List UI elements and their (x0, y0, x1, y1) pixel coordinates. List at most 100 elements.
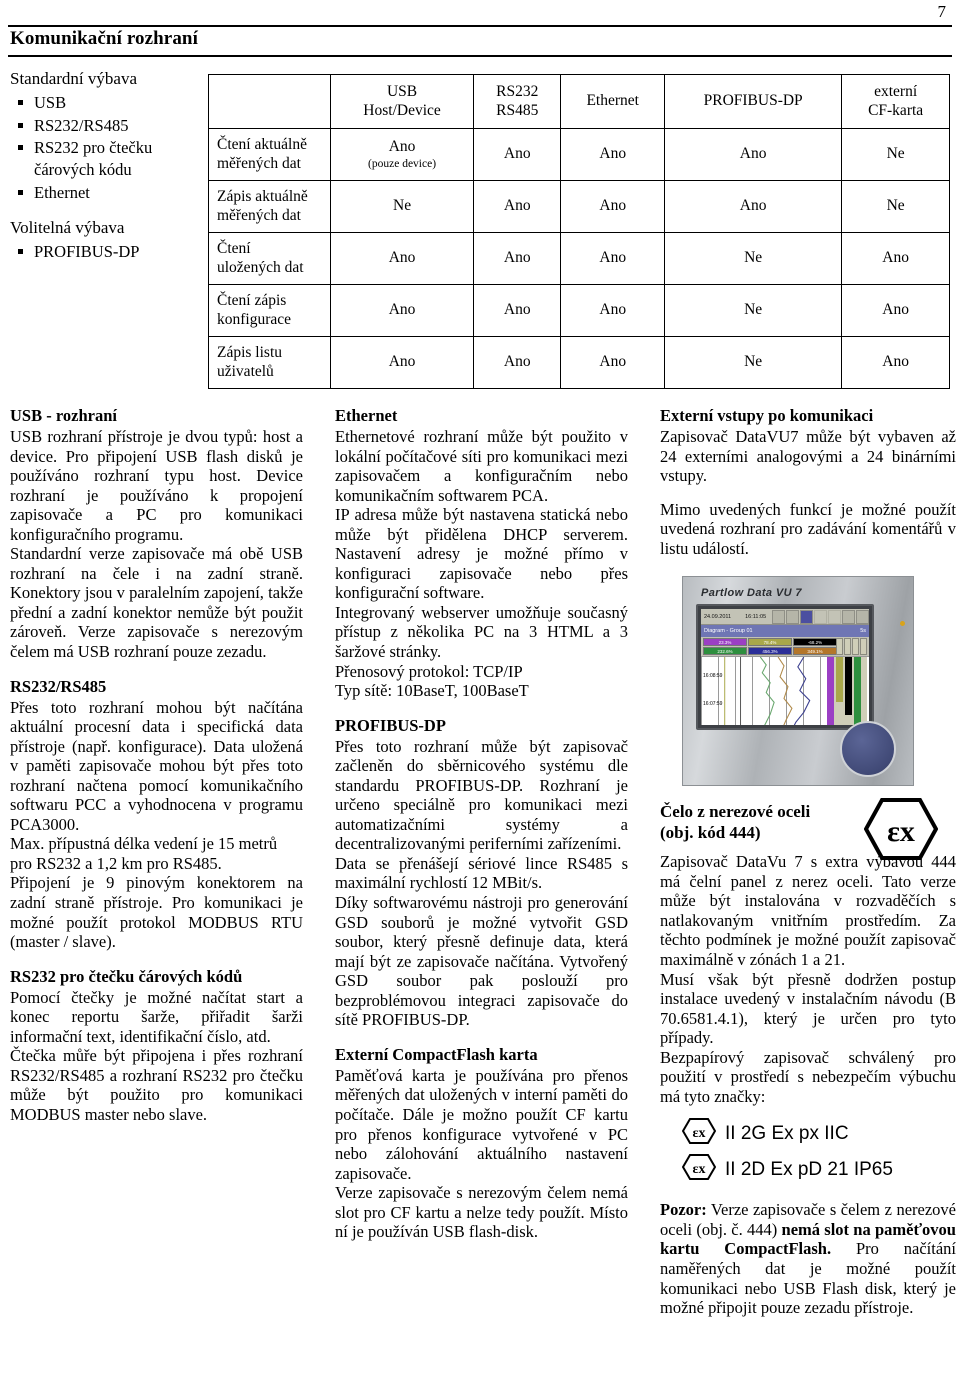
usb-paragraph-2: Standardní verze zapisovače má obě USB r… (10, 544, 303, 662)
column-header-usb: USB Host/Device (329, 74, 475, 129)
table-cell: Ano (841, 232, 950, 285)
svg-text:εx: εx (887, 815, 915, 848)
table-cell: Ano (841, 284, 950, 337)
table-cell: Ano (560, 128, 666, 181)
vertical-badge (844, 638, 851, 656)
list-item-label: PROFIBUS-DP (34, 241, 140, 261)
svg-text:εx: εx (693, 1126, 706, 1141)
ex-marking-text: II 2G Ex px IIC (725, 1123, 849, 1145)
vertical-badge (836, 638, 843, 656)
screen-time: 16:11:05 (745, 613, 767, 620)
settings-icon[interactable] (772, 609, 786, 624)
ex-marking-row: εx II 2D Ex pD 21 IP65 (681, 1154, 956, 1186)
vertical-badge (860, 638, 867, 656)
row-label-read-write-config: Čtení zápis konfigurace (208, 284, 331, 337)
tools-icon[interactable] (842, 609, 856, 624)
ex-hexagon-icon: εx (681, 1154, 717, 1186)
square-bullet-icon (18, 145, 23, 151)
table-row: Čtení zápis konfigurace Ano Ano Ano Ne A… (208, 284, 950, 337)
screen-title-bar: Diagram - Group 01 5s (701, 625, 869, 638)
spacer-icon (814, 609, 828, 624)
barcode-section-heading: RS232 pro čtečku čárových kódů (10, 966, 243, 986)
table-cell: Ne (664, 336, 843, 389)
svg-text:εx: εx (693, 1162, 706, 1177)
standard-equipment-heading: Standardní výbava (10, 69, 137, 88)
spacer-icon (828, 609, 842, 624)
table-cell: Ano (329, 336, 475, 389)
navigation-knob[interactable] (840, 721, 896, 778)
table-row: Zápis aktuálně měřených dat Ne Ano Ano A… (208, 180, 950, 233)
warning-paragraph: Pozor: Verze zapisovače s čelem z nerezo… (660, 1200, 956, 1317)
header-rule-bottom (8, 55, 952, 57)
vertical-badge (852, 638, 859, 656)
compactflash-paragraph-2: Verze zapisovače s nerezovým čelem nemá … (335, 1183, 628, 1242)
batch-icon[interactable] (856, 609, 869, 624)
plant-icon[interactable] (786, 609, 800, 624)
ex-marking-list: εx II 2G Ex px IIC εx II 2D Ex pD 21 IP6… (681, 1118, 956, 1186)
table-cell: Ano (329, 284, 475, 337)
list-item-label: Ethernet (34, 183, 90, 203)
stainless-paragraph-2: Musí však být přesně dodržen postup inst… (660, 969, 956, 1048)
table-cell: Ne (664, 232, 843, 285)
square-bullet-icon (18, 99, 23, 105)
ethernet-paragraph-1: Ethernetové rozhraní může být použito v … (335, 427, 628, 505)
table-cell: Ano (473, 336, 562, 389)
screen-value-badges: 23.3% 78.4% -68.2% 232.6% 456.3% 349.1% (701, 637, 869, 657)
table-corner-cell (208, 74, 331, 129)
table-cell: Ano (841, 336, 950, 389)
profibus-section-heading: PROFIBUS-DP (335, 715, 446, 735)
table-cell: Ano (473, 180, 562, 233)
body-columns: USB - rozhraní USB rozhraní přístroje je… (10, 406, 956, 1386)
value-badge: 232.6% (703, 647, 747, 656)
screen-date: 24.09.2011 (704, 613, 732, 620)
rs232-paragraph-1: Přes toto rozhraní mohou být načítána ak… (10, 697, 303, 834)
rs232-rs485-section-heading: RS232/RS485 (10, 676, 107, 696)
screen-trend-plot: 16:08:59 16:07:59 (701, 656, 869, 726)
row-label-write-current-data: Zápis aktuálně měřených dat (208, 180, 331, 233)
column-header-rs232-rs485: RS232 RS485 (473, 74, 562, 129)
table-cell: Ano (560, 284, 666, 337)
bar-gauge (827, 657, 834, 726)
table-cell: Ano (473, 232, 562, 285)
table-row: Čtení aktuálně měřených dat Ano (pouze d… (208, 128, 950, 181)
cell-note: (pouze device) (368, 157, 437, 170)
list-item: USB (10, 92, 215, 114)
list-item: RS232 pro čtečku čárových kódu (10, 137, 215, 181)
optional-equipment-heading: Volitelná výbava (10, 218, 125, 238)
table-cell: Ano (560, 180, 666, 233)
square-bullet-icon (18, 248, 23, 254)
ex-marking-row: εx II 2G Ex px IIC (681, 1118, 956, 1150)
profibus-paragraph-1: Přes toto rozhraní může být zapisovač za… (335, 736, 628, 854)
header-rule-top (8, 25, 952, 27)
screen-status-bar: 24.09.2011 16:11:05 (701, 609, 869, 626)
table-cell: Ano (560, 336, 666, 389)
value-badge: 78.4% (748, 638, 792, 647)
stainless-heading-row: Čelo z nerezové oceli (obj. kód 444) εx (660, 798, 956, 861)
usb-paragraph-1: USB rozhraní přístroje je dvou typů: hos… (10, 427, 303, 544)
ethernet-network-type-line: Typ sítě: 10BaseT, 100BaseT (335, 681, 529, 701)
warning-label: Pozor: (660, 1200, 707, 1220)
barcode-paragraph-2: Čtečka můře být připojena i přes rozhran… (10, 1046, 303, 1124)
ex-marking-text: II 2D Ex pD 21 IP65 (725, 1159, 893, 1181)
ethernet-paragraph-3: Integrovaný webserver umožňuje současný … (335, 602, 628, 662)
ex-hexagon-icon: εx (681, 1118, 717, 1150)
plot-time-labels: 16:08:59 16:07:59 (703, 673, 722, 725)
rs232-paragraph-2: Max. přípustná délka vedení je 15 metrů … (10, 834, 278, 873)
chart-icon[interactable] (800, 609, 814, 624)
bar-gauge (854, 657, 861, 726)
external-inputs-paragraph-2: Mimo uvedených funkcí je možné použít uv… (660, 499, 956, 558)
compactflash-paragraph-1: Paměťová karta je používána pro přenos m… (335, 1065, 628, 1183)
screen-toolbar (772, 609, 869, 624)
page-number: 7 (937, 2, 947, 21)
stainless-front-heading: Čelo z nerezové oceli (obj. kód 444) (660, 802, 811, 842)
external-inputs-heading: Externí vstupy po komunikaci (660, 406, 874, 425)
table-cell: Ano (473, 284, 562, 337)
list-item: Ethernet (10, 182, 215, 204)
value-badge: 349.1% (793, 647, 837, 656)
column-header-ethernet: Ethernet (560, 74, 666, 129)
square-bullet-icon (18, 122, 23, 128)
value-badge: 456.3% (748, 647, 792, 656)
row-label-write-user-list: Zápis listu uživatelů (208, 336, 331, 389)
device-photo: Partlow Data VU 7 24.09.2011 16:11:05 Di… (682, 576, 914, 787)
plot-time-label: 16:08:59 (703, 673, 723, 680)
